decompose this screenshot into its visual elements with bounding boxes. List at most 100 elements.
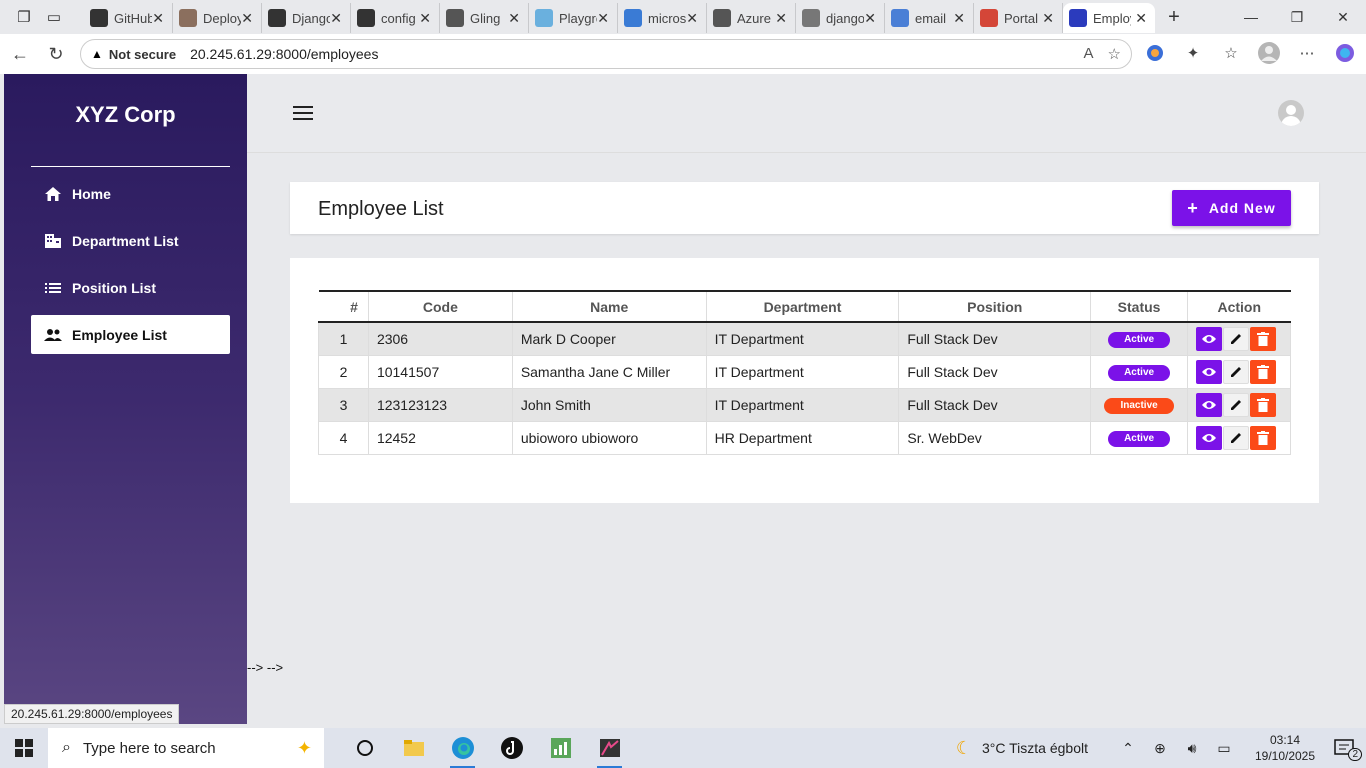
favorites-icon[interactable]: ☆	[1220, 42, 1242, 64]
read-aloud-icon[interactable]: A	[1084, 45, 1094, 63]
table-row: 412452ubioworo ubioworoHR DepartmentSr. …	[319, 421, 1291, 454]
view-button[interactable]	[1196, 360, 1222, 384]
close-tab-icon[interactable]: ✕	[152, 10, 164, 27]
delete-button[interactable]	[1250, 393, 1276, 417]
copilot-icon[interactable]	[1334, 42, 1356, 64]
warning-icon[interactable]: ▲	[91, 47, 103, 61]
network-status-icon[interactable]: ⊕	[1144, 740, 1176, 757]
column-header[interactable]: Position	[899, 291, 1091, 322]
sidebar-item-home[interactable]: Home	[31, 174, 230, 213]
chevron-up-icon[interactable]: ⌃	[1112, 740, 1144, 757]
eye-icon	[1201, 399, 1217, 411]
browser-tab[interactable]: GitHub✕	[84, 3, 173, 33]
trash-icon	[1257, 365, 1269, 379]
favorite-star-icon[interactable]: ☆	[1108, 45, 1121, 63]
taskbar-clock[interactable]: 03:14 19/10/2025	[1246, 732, 1324, 764]
browser-tab[interactable]: Azure✕	[707, 3, 796, 33]
back-button[interactable]: ←	[2, 44, 38, 65]
not-secure-label[interactable]: Not secure	[109, 47, 176, 62]
browser-tab[interactable]: config✕	[351, 3, 440, 33]
minimize-button[interactable]: —	[1228, 0, 1274, 34]
employee-position: Full Stack Dev	[899, 388, 1091, 421]
row-number: 3	[319, 388, 369, 421]
close-tab-icon[interactable]: ✕	[686, 10, 698, 27]
url-text[interactable]: 20.245.61.29:8000/employees	[190, 46, 378, 62]
workspaces-icon[interactable]: ❐	[12, 5, 36, 29]
browser-tab[interactable]: Employees✕	[1063, 3, 1155, 33]
edit-button[interactable]	[1223, 426, 1249, 450]
hamburger-menu-icon[interactable]	[293, 106, 313, 120]
status-badge: Inactive	[1104, 398, 1174, 414]
browser-tab[interactable]: Django✕	[262, 3, 351, 33]
taskbar-search-input[interactable]: ⌕ Type here to search ✦	[48, 728, 324, 768]
view-button[interactable]	[1196, 327, 1222, 351]
more-menu-icon[interactable]: ⋯	[1296, 42, 1318, 64]
browser-tab[interactable]: email✕	[885, 3, 974, 33]
system-tray: ☾ 3°C Tiszta égbolt ⌃ ⊕ 🔊︎ ▭ 03:14 19/10…	[956, 728, 1366, 768]
user-avatar[interactable]	[1278, 100, 1304, 126]
browser-tab[interactable]: Portal✕	[974, 3, 1063, 33]
refresh-button[interactable]: ↻	[38, 44, 74, 65]
close-tab-icon[interactable]: ✕	[775, 10, 787, 27]
restore-button[interactable]: ❐	[1274, 0, 1320, 34]
extensions-puzzle-icon[interactable]: ✦	[1182, 42, 1204, 64]
close-tab-icon[interactable]: ✕	[864, 10, 876, 27]
view-button[interactable]	[1196, 426, 1222, 450]
brand-logo[interactable]: XYZ Corp	[4, 102, 247, 128]
close-tab-icon[interactable]: ✕	[241, 10, 253, 27]
tiktok-icon[interactable]	[487, 728, 536, 768]
close-tab-icon[interactable]: ✕	[597, 10, 609, 27]
new-tab-button[interactable]: +	[1159, 6, 1189, 29]
extension-circle-icon[interactable]	[1144, 42, 1166, 64]
action-cell	[1188, 421, 1291, 454]
battery-icon[interactable]: ▭	[1208, 740, 1240, 757]
tab-title: GitHub	[114, 11, 152, 26]
vertical-tabs-icon[interactable]: ▭	[42, 5, 66, 29]
column-header[interactable]: Code	[368, 291, 512, 322]
profile-icon[interactable]	[1258, 42, 1280, 64]
column-header[interactable]: Name	[512, 291, 706, 322]
view-button[interactable]	[1196, 393, 1222, 417]
task-view-icon[interactable]	[340, 728, 389, 768]
browser-tab[interactable]: django✕	[796, 3, 885, 33]
browser-tab[interactable]: microsoft✕	[618, 3, 707, 33]
volume-icon[interactable]: 🔊︎	[1176, 740, 1208, 757]
edge-browser-icon[interactable]	[438, 728, 487, 768]
pencil-icon	[1229, 365, 1243, 379]
notifications-button[interactable]: 2	[1324, 738, 1366, 758]
employee-name: John Smith	[512, 388, 706, 421]
close-tab-icon[interactable]: ✕	[953, 10, 965, 27]
delete-button[interactable]	[1250, 426, 1276, 450]
pencil-icon	[1229, 398, 1243, 412]
column-header[interactable]: Status	[1091, 291, 1188, 322]
sidebar-item-department-list[interactable]: Department List	[31, 221, 230, 260]
file-explorer-icon[interactable]	[389, 728, 438, 768]
browser-tab[interactable]: Deploy✕	[173, 3, 262, 33]
chart-app-icon[interactable]	[536, 728, 585, 768]
close-tab-icon[interactable]: ✕	[1042, 10, 1054, 27]
close-tab-icon[interactable]: ✕	[1135, 10, 1147, 27]
windows-start-icon[interactable]	[0, 739, 48, 757]
sidebar-item-employee-list[interactable]: Employee List	[31, 315, 230, 354]
edit-button[interactable]	[1223, 360, 1249, 384]
column-header[interactable]: Department	[706, 291, 899, 322]
sidebar-item-position-list[interactable]: Position List	[31, 268, 230, 307]
add-new-button[interactable]: + Add New	[1172, 190, 1291, 226]
edit-button[interactable]	[1223, 393, 1249, 417]
close-window-button[interactable]: ✕	[1320, 0, 1366, 34]
address-field[interactable]: ▲ Not secure 20.245.61.29:8000/employees…	[80, 39, 1132, 69]
snipping-tool-icon[interactable]	[585, 728, 634, 768]
search-placeholder: Type here to search	[83, 740, 216, 757]
close-tab-icon[interactable]: ✕	[419, 10, 431, 27]
edit-button[interactable]	[1223, 327, 1249, 351]
close-tab-icon[interactable]: ✕	[508, 10, 520, 27]
weather-widget[interactable]: ☾ 3°C Tiszta égbolt	[956, 738, 1088, 759]
delete-button[interactable]	[1250, 327, 1276, 351]
close-tab-icon[interactable]: ✕	[330, 10, 342, 27]
browser-tab[interactable]: Gling✕	[440, 3, 529, 33]
top-navbar	[247, 74, 1366, 153]
delete-button[interactable]	[1250, 360, 1276, 384]
browser-tab[interactable]: Playground✕	[529, 3, 618, 33]
eye-icon	[1201, 366, 1217, 378]
column-header[interactable]: #	[319, 291, 369, 322]
